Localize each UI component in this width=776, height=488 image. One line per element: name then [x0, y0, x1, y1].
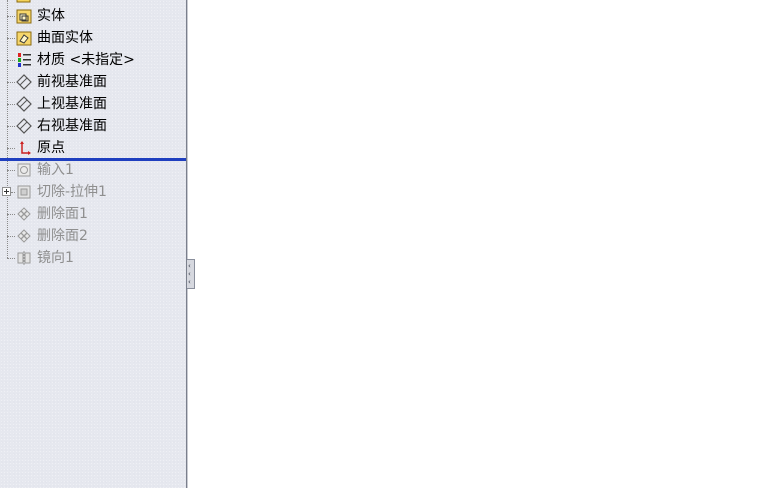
tree-item-label: 切除-拉伸1 [37, 184, 107, 200]
tree-item-delete-face-1[interactable]: 删除面1 [0, 203, 186, 225]
imported-feature-icon [15, 161, 33, 179]
tree-item-top-plane[interactable]: 上视基准面 [0, 93, 186, 115]
mirror-icon [15, 249, 33, 267]
chevron-left-icon: ‹ [188, 270, 191, 278]
tree-item-origin[interactable]: 原点 [0, 137, 186, 159]
origin-icon [15, 139, 33, 157]
tree-item-label: 上视基准面 [37, 96, 107, 112]
tree-item-front-plane[interactable]: 前视基准面 [0, 71, 186, 93]
material-icon [15, 51, 33, 69]
chevron-left-icon: ‹ [188, 262, 191, 270]
tree-item-label: 材质 <未指定> [37, 52, 135, 68]
tree-item-delete-face-2[interactable]: 删除面2 [0, 225, 186, 247]
delete-face-icon [15, 227, 33, 245]
tree-item-label: 前视基准面 [37, 74, 107, 90]
tree-item-label: 删除面2 [37, 228, 88, 244]
chevron-left-icon: ‹ [188, 278, 191, 286]
graphics-viewport[interactable] [188, 0, 776, 488]
tree-item-label: 输入1 [37, 162, 74, 178]
panel-collapse-handle[interactable]: ‹ ‹ ‹ [187, 259, 195, 289]
plane-icon [15, 73, 33, 91]
tree-item-material[interactable]: 材质 <未指定> [0, 49, 186, 71]
cut-extrude-icon [15, 183, 33, 201]
tree-item-imported-1[interactable]: 输入1 [0, 159, 186, 181]
tree-item-cut-extrude-1[interactable]: 切除-拉伸1 [0, 181, 186, 203]
delete-face-icon [15, 205, 33, 223]
plane-icon [15, 95, 33, 113]
tree-item-mirror-1[interactable]: 镜向1 [0, 247, 186, 269]
tree-item-solid-bodies[interactable]: 实体 [0, 5, 186, 27]
solid-bodies-folder-icon [15, 7, 33, 25]
surface-bodies-folder-icon [15, 29, 33, 47]
tree-item-label: 实体 [37, 8, 65, 24]
tree-item-label: 曲面实体 [37, 30, 93, 46]
plane-icon [15, 117, 33, 135]
expand-plus-icon[interactable] [2, 187, 11, 196]
tree-item-label: 右视基准面 [37, 118, 107, 134]
tree-item-right-plane[interactable]: 右视基准面 [0, 115, 186, 137]
tree-item-label: 原点 [37, 140, 65, 156]
tree-item-label: 镜向1 [37, 250, 74, 266]
tree-item-label: 删除面1 [37, 206, 88, 222]
tree-item-surface-bodies[interactable]: 曲面实体 [0, 27, 186, 49]
feature-manager-tree: 实体 曲面实体 材质 <未指定> 前视基准面 上视基准面 右视基准面 原点 输入… [0, 0, 186, 488]
